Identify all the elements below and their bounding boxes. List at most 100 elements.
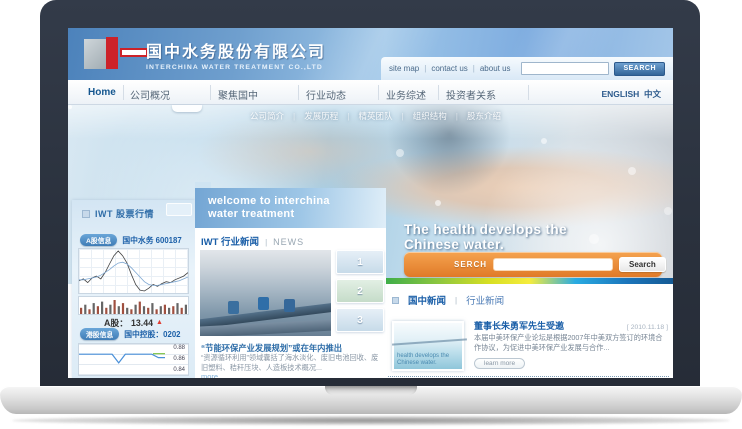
pager-button-1[interactable]: 1 bbox=[336, 250, 384, 274]
h-chart-ytick: 0.88 bbox=[173, 345, 185, 351]
a-share-volume-chart-svg bbox=[79, 297, 188, 314]
news-item-date: [ 2010.11.18 ] bbox=[627, 324, 668, 331]
thumbnail-caption: health develops the Chinese water. bbox=[397, 353, 457, 367]
subnav-item[interactable]: 股东介绍 bbox=[467, 110, 501, 122]
laptop-base-notch bbox=[325, 386, 417, 395]
hero-search-input[interactable] bbox=[493, 258, 613, 271]
pump-equipment-shape bbox=[258, 297, 269, 310]
welcome-banner: welcome to interchina water treatment bbox=[195, 188, 386, 228]
laptop-screen: 国中水务股份有限公司 INTERCHINA WATER TREATMENT CO… bbox=[40, 0, 700, 388]
language-switch: ENGLISH 中文 bbox=[601, 88, 661, 100]
center-news-separator: | bbox=[265, 238, 267, 247]
sidebar-title: IWT 股票行情 bbox=[95, 207, 154, 220]
company-name-zh: 国中水务股份有限公司 bbox=[146, 38, 326, 62]
nav-divider bbox=[378, 85, 379, 100]
water-bubbles-decoration bbox=[68, 105, 72, 109]
nav-item-industry[interactable]: 行业动态 bbox=[306, 87, 346, 102]
hero-search-bar: SERCH Search bbox=[404, 252, 662, 277]
nav-divider bbox=[438, 85, 439, 100]
subnav-item[interactable]: 组织结构 bbox=[413, 110, 447, 122]
header-search-button[interactable]: SEARCH bbox=[614, 62, 665, 76]
stock-sidebar: IWT 股票行情 A股信息 国中水务 600187 A股： 13.44 ▲ bbox=[72, 200, 195, 378]
center-news-title-zh: IWT 行业新闻 bbox=[201, 234, 259, 248]
main-navigation: Home 公司概况 聚焦国中 行业动态 业务综述 投资者关系 ENGLISH 中… bbox=[68, 80, 673, 105]
lang-english[interactable]: ENGLISH bbox=[601, 89, 639, 99]
news-item-title[interactable]: 董事长朱勇军先生受邀 bbox=[474, 319, 564, 332]
sub-navigation: 公司简介 | 发展历程 | 精英团队 | 组织结构 | 股东介绍 bbox=[250, 110, 501, 122]
nav-item-home[interactable]: Home bbox=[88, 87, 116, 98]
center-column: welcome to interchina water treatment IW… bbox=[195, 188, 386, 378]
news-item-excerpt: 本届中美环保产业论坛是根据2007年中美双方签订的环境合作协议，为促进中美环保产… bbox=[474, 333, 667, 354]
a-share-badge: A股信息 bbox=[80, 234, 117, 246]
h-chart-ytick: 0.86 bbox=[173, 356, 185, 362]
sidebar-corner-decoration bbox=[166, 203, 192, 216]
a-share-name[interactable]: 国中水务 600187 bbox=[122, 235, 181, 246]
news-thumbnail[interactable]: health develops the Chinese water. bbox=[392, 321, 464, 371]
nav-item-business[interactable]: 业务综述 bbox=[386, 87, 426, 102]
tab-separator: | bbox=[455, 296, 457, 305]
link-about-us[interactable]: about us bbox=[480, 64, 511, 73]
square-bullet-icon bbox=[82, 210, 90, 218]
h-share-badge: 港股信息 bbox=[80, 328, 119, 340]
center-news-excerpt: “资源循环利用”领域囊括了海水淡化、废旧电池回收、废旧塑料、秸秆压块、人造板技术… bbox=[201, 353, 381, 373]
a-share-price-chart bbox=[78, 248, 189, 294]
laptop-base bbox=[0, 386, 742, 414]
square-bullet-icon bbox=[392, 297, 399, 304]
sidebar-header: IWT 股票行情 bbox=[82, 207, 154, 220]
utility-separator: | bbox=[473, 64, 475, 73]
nav-divider bbox=[210, 85, 211, 100]
a-share-price-value: 13.44 bbox=[131, 318, 153, 328]
h-share-row: 港股信息 国中控股：0202 bbox=[80, 328, 181, 340]
link-contact-us[interactable]: contact us bbox=[431, 64, 467, 73]
slogan-line-1: The health develops the bbox=[404, 223, 567, 238]
hero-slogan: The health develops the Chinese water. bbox=[404, 223, 567, 252]
center-news-title-en: NEWS bbox=[273, 237, 304, 247]
subnav-item[interactable]: 精英团队 bbox=[358, 110, 392, 122]
header-search-input[interactable] bbox=[521, 62, 609, 75]
pager-button-2[interactable]: 2 bbox=[336, 279, 384, 303]
right-news-panel: 国中新闻 | 行业新闻 health develops the Chinese … bbox=[386, 284, 673, 378]
subnav-separator: | bbox=[456, 111, 458, 121]
news-photo-water-treatment-plant[interactable] bbox=[200, 250, 331, 336]
tab-industry-news[interactable]: 行业新闻 bbox=[466, 293, 504, 307]
nav-divider bbox=[528, 85, 529, 100]
subnav-item[interactable]: 发展历程 bbox=[304, 110, 338, 122]
welcome-banner-tab bbox=[195, 182, 211, 188]
tab-interchina-news[interactable]: 国中新闻 bbox=[408, 293, 446, 307]
company-logo-icon bbox=[84, 37, 136, 71]
subnav-item[interactable]: 公司简介 bbox=[250, 110, 284, 122]
subnav-separator: | bbox=[293, 111, 295, 121]
news-tabs: 国中新闻 | 行业新闻 bbox=[392, 293, 504, 307]
news-pager: 1 2 3 bbox=[336, 250, 384, 337]
nav-item-focus[interactable]: 聚焦国中 bbox=[218, 87, 258, 102]
subnav-separator: | bbox=[347, 111, 349, 121]
nav-divider bbox=[298, 85, 299, 100]
slogan-line-2: Chinese water. bbox=[404, 238, 567, 253]
h-chart-ytick: 0.84 bbox=[173, 367, 185, 373]
nav-item-investor[interactable]: 投资者关系 bbox=[446, 87, 496, 102]
a-share-row: A股信息 国中水务 600187 bbox=[80, 234, 182, 246]
logo-red-cross bbox=[106, 37, 118, 69]
news-item-title-row: 董事长朱勇军先生受邀 [ 2010.11.18 ] bbox=[474, 319, 668, 332]
nav-item-company[interactable]: 公司概况 bbox=[130, 87, 170, 102]
a-share-price-chart-svg bbox=[79, 249, 188, 293]
h-share-name[interactable]: 国中控股：0202 bbox=[124, 329, 180, 340]
pager-button-3[interactable]: 3 bbox=[336, 308, 384, 332]
nav-active-tab-marker bbox=[172, 105, 202, 112]
site-header: 国中水务股份有限公司 INTERCHINA WATER TREATMENT CO… bbox=[68, 28, 673, 80]
logo-white-bar bbox=[120, 48, 148, 57]
lang-chinese[interactable]: 中文 bbox=[644, 89, 661, 99]
brand-block: 国中水务股份有限公司 INTERCHINA WATER TREATMENT CO… bbox=[146, 38, 326, 71]
link-site-map[interactable]: site map bbox=[389, 64, 419, 73]
welcome-line-1: welcome to interchina bbox=[208, 195, 386, 208]
center-news-more-link[interactable]: more bbox=[201, 372, 218, 378]
price-up-arrow-icon: ▲ bbox=[156, 319, 163, 326]
utility-bar: site map | contact us | about us SEARCH bbox=[381, 57, 673, 80]
hero-search-button[interactable]: Search bbox=[619, 257, 666, 272]
learn-more-button[interactable]: learn more bbox=[474, 358, 525, 369]
nav-divider bbox=[123, 85, 124, 100]
a-share-volume-chart bbox=[78, 296, 189, 315]
hero-search-label: SERCH bbox=[454, 260, 487, 269]
subnav-separator: | bbox=[401, 111, 403, 121]
h-share-price-chart: 0.88 0.86 0.84 bbox=[78, 343, 189, 376]
